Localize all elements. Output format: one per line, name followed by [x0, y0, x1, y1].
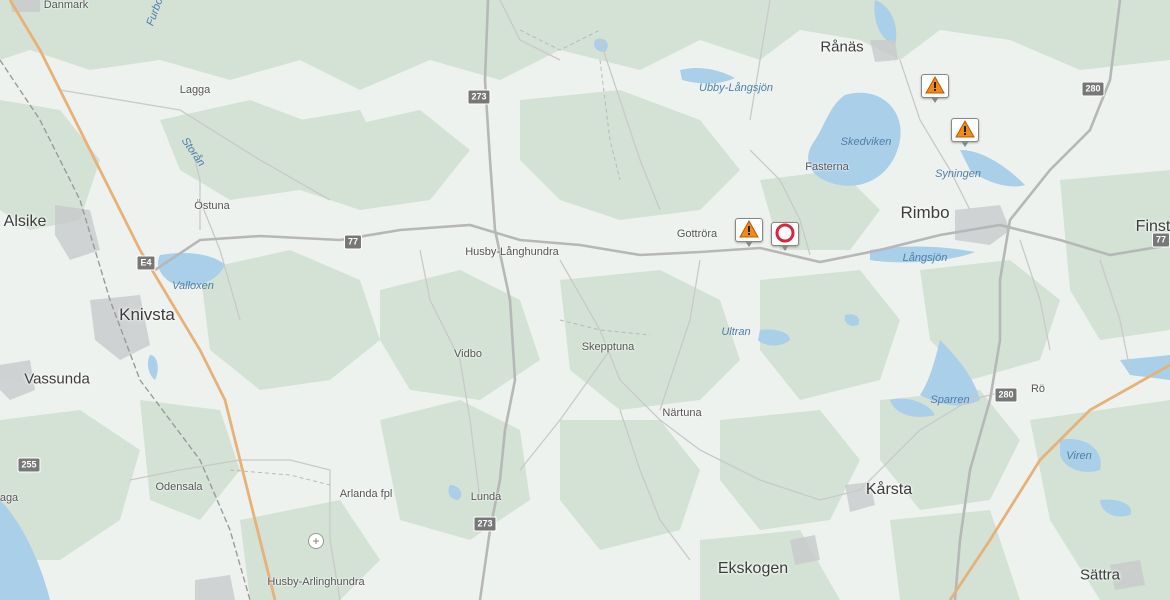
roadwork-marker-gottrora[interactable]	[735, 218, 763, 247]
roadwork-marker-syningen[interactable]	[951, 118, 979, 147]
road-shield-280-south: 280	[994, 387, 1018, 403]
road-shield-77: 77	[343, 234, 363, 250]
road-shield-273-south: 273	[473, 516, 497, 532]
airport-icon: +	[308, 533, 324, 549]
road-shield-273-north: 273	[467, 89, 491, 105]
roadwork-warning-icon	[925, 76, 945, 94]
no-vehicles-icon	[775, 223, 795, 243]
road-shield-280-north: 280	[1081, 81, 1105, 97]
roadwork-warning-icon	[955, 120, 975, 138]
map-view[interactable]: Danmark Furbo Lagga Storån Östuna Alsike…	[0, 0, 1170, 600]
no-entry-marker[interactable]	[771, 222, 799, 251]
road-shield-255: 255	[17, 457, 41, 473]
roadwork-marker-ranas[interactable]	[921, 74, 949, 103]
map-base	[0, 0, 1170, 600]
road-shield-e4: E4	[136, 255, 156, 271]
road-shield-77-east: 77	[1151, 232, 1170, 248]
roadwork-warning-icon	[739, 220, 759, 238]
